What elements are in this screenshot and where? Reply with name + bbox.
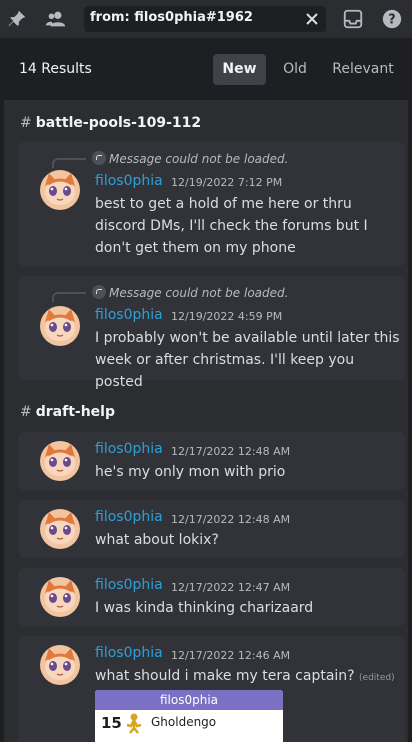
reply-text: Message could not be loaded. — [109, 152, 289, 166]
search-result-card[interactable]: Message could not be loaded. filos0phia … — [18, 142, 405, 266]
timestamp: 12/17/2022 12:48 AM — [171, 513, 291, 526]
message-text: what should i make my tera captain? (edi… — [95, 665, 400, 689]
search-input[interactable]: from: filos0phia#1962 — [84, 6, 326, 32]
search-result-card[interactable]: filos0phia 12/17/2022 12:48 AM he's my o… — [18, 432, 405, 490]
author-name[interactable]: filos0phia — [95, 577, 163, 593]
author-name[interactable]: filos0phia — [95, 173, 163, 189]
avatar[interactable] — [40, 645, 80, 685]
timestamp: 12/17/2022 12:47 AM — [171, 581, 291, 594]
reply-preview: Message could not be loaded. — [92, 151, 288, 166]
reply-connector — [52, 158, 86, 168]
tab-relevant[interactable]: Relevant — [327, 54, 399, 85]
message-text: I was kinda thinking charizaard — [95, 600, 314, 616]
author-name[interactable]: filos0phia — [95, 307, 163, 323]
search-results-panel: 14 Results New Old Relevant # battle-pool… — [0, 38, 412, 742]
avatar[interactable] — [40, 577, 80, 617]
results-count: 14 Results — [19, 61, 92, 77]
search-result-card[interactable]: Message could not be loaded. filos0phia … — [18, 276, 405, 390]
timestamp: 12/19/2022 4:59 PM — [171, 310, 283, 323]
avatar[interactable] — [40, 306, 80, 346]
reply-text: Message could not be loaded. — [109, 286, 289, 300]
channel-header[interactable]: # draft-help — [20, 404, 115, 420]
message-text: best to get a hold of me here or thru di… — [95, 196, 368, 256]
avatar[interactable] — [40, 170, 80, 210]
message-text: what about lokix? — [95, 532, 219, 548]
reply-icon — [92, 151, 106, 165]
gholdengo-icon — [126, 713, 142, 734]
timestamp: 12/17/2022 12:48 AM — [171, 445, 291, 458]
svg-text:?: ? — [388, 13, 395, 28]
reply-connector — [52, 292, 86, 302]
team-embed[interactable]: filos0phia 15 Gholdengo — [95, 690, 283, 742]
thread-hash-icon: # — [20, 115, 32, 131]
avatar[interactable] — [40, 441, 80, 481]
message-body: what should i make my tera captain? — [95, 668, 355, 684]
embed-number: 15 — [101, 714, 122, 732]
pin-icon[interactable] — [6, 8, 28, 30]
tab-new[interactable]: New — [213, 54, 266, 85]
embed-pokemon-name: Gholdengo — [151, 715, 217, 729]
hash-icon: # — [20, 404, 32, 420]
message-text: he's my only mon with prio — [95, 464, 286, 480]
help-icon[interactable]: ? — [381, 8, 403, 30]
tab-old[interactable]: Old — [275, 54, 315, 85]
close-icon[interactable] — [304, 11, 320, 27]
reply-icon — [92, 285, 106, 299]
message-text: I probably won't be available until late… — [95, 330, 400, 390]
channel-name: battle-pools-109-112 — [35, 115, 202, 131]
author-name[interactable]: filos0phia — [95, 645, 163, 661]
members-icon[interactable] — [45, 8, 67, 30]
search-result-card[interactable]: filos0phia 12/17/2022 12:46 AM what shou… — [18, 636, 405, 742]
author-name[interactable]: filos0phia — [95, 509, 163, 525]
reply-preview: Message could not be loaded. — [92, 285, 288, 300]
author-name[interactable]: filos0phia — [95, 441, 163, 457]
search-query[interactable]: from: filos0phia#1962 — [90, 10, 253, 25]
timestamp: 12/19/2022 7:12 PM — [171, 176, 283, 189]
edited-tag: (edited) — [359, 673, 395, 683]
top-toolbar: from: filos0phia#1962 ? — [0, 0, 412, 38]
avatar[interactable] — [40, 509, 80, 549]
timestamp: 12/17/2022 12:46 AM — [171, 649, 291, 662]
embed-title: filos0phia — [95, 690, 283, 710]
inbox-icon[interactable] — [342, 8, 364, 30]
channel-header[interactable]: # battle-pools-109-112 — [20, 115, 201, 131]
search-result-card[interactable]: filos0phia 12/17/2022 12:47 AM I was kin… — [18, 568, 405, 626]
search-result-card[interactable]: filos0phia 12/17/2022 12:48 AM what abou… — [18, 500, 405, 558]
channel-name: draft-help — [35, 404, 115, 420]
results-header: 14 Results New Old Relevant — [4, 38, 408, 100]
